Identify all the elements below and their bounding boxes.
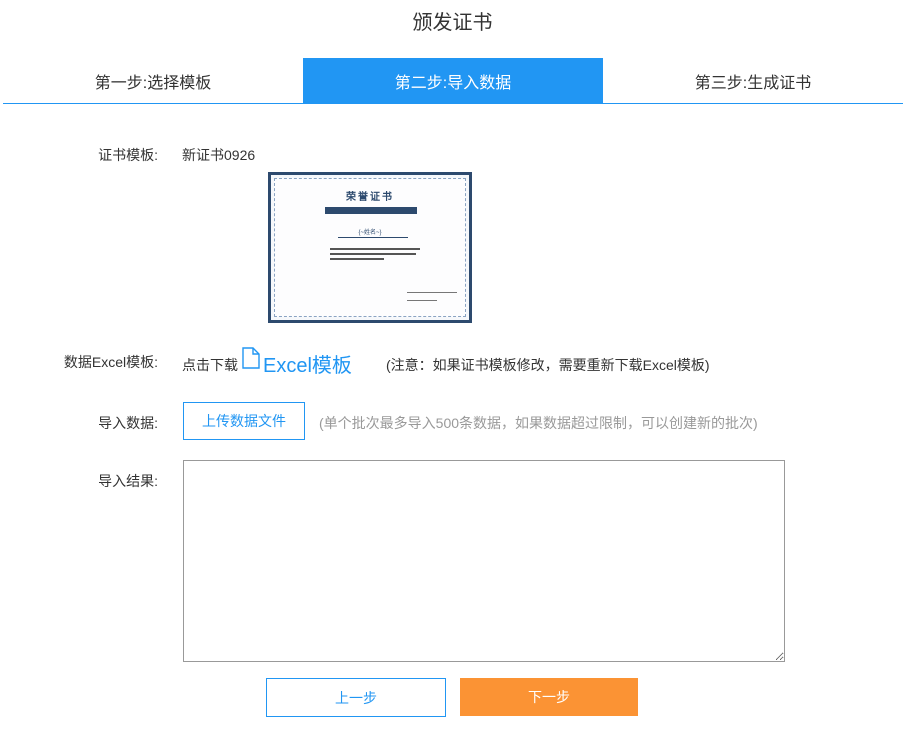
previous-step-button[interactable]: 上一步: [266, 678, 446, 717]
certificate-frame: 荣誉证书 {~姓名~}: [274, 178, 466, 317]
certificate-body-line: [330, 258, 384, 260]
import-result-textarea[interactable]: [183, 460, 785, 662]
step-tab-select-template[interactable]: 第一步:选择模板: [3, 58, 303, 103]
upload-limit-hint: (单个批次最多导入500条数据，如果数据超过限制，可以创建新的批次): [319, 415, 758, 431]
download-prefix: 点击下载: [182, 357, 238, 373]
certificate-name-placeholder: {~姓名~}: [358, 230, 382, 236]
certificate-name-underline: [338, 237, 408, 238]
import-result-label: 导入结果:: [98, 473, 158, 489]
step-tab-import-data[interactable]: 第二步:导入数据: [303, 58, 603, 103]
certificate-title: 荣誉证书: [346, 192, 394, 203]
document-icon[interactable]: [242, 347, 260, 369]
certificate-date-line: [407, 300, 437, 301]
certificate-body-line: [330, 253, 416, 255]
next-step-button[interactable]: 下一步: [460, 678, 638, 716]
template-name: 新证书0926: [182, 147, 256, 163]
upload-data-file-button[interactable]: 上传数据文件: [183, 402, 305, 440]
excel-template-note: (注意：如果证书模板修改，需要重新下载Excel模板): [386, 357, 710, 373]
page-title: 颁发证书: [412, 12, 493, 34]
excel-template-label: 数据Excel模板:: [63, 354, 158, 370]
import-data-label: 导入数据:: [98, 415, 158, 431]
certificate-preview[interactable]: 荣誉证书 {~姓名~}: [268, 172, 472, 323]
step-tabs: 第一步:选择模板 第二步:导入数据 第三步:生成证书: [3, 58, 903, 104]
template-label: 证书模板:: [98, 147, 158, 163]
certificate-ribbon: [325, 207, 417, 214]
certificate-body-line: [330, 248, 420, 250]
certificate-signature-line: [407, 292, 457, 293]
excel-template-download-link[interactable]: Excel模板: [263, 349, 352, 378]
step-tab-generate-certificate[interactable]: 第三步:生成证书: [603, 58, 903, 103]
